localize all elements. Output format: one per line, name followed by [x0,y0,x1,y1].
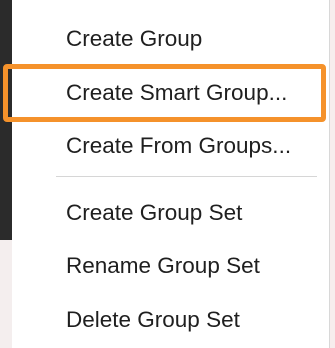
menu-item-label: Delete Group Set [66,307,240,332]
menu-item-label: Create Smart Group... [66,80,288,105]
menu-item-create-from-groups[interactable]: Create From Groups... [12,122,329,170]
background-window-light [0,240,12,348]
menu-item-create-smart-group[interactable]: Create Smart Group... [12,69,329,117]
context-menu: Create Group Create Smart Group... Creat… [12,0,330,348]
menu-separator [56,176,317,177]
menu-item-create-group-set[interactable]: Create Group Set [12,189,329,237]
screenshot-canvas: Create Group Create Smart Group... Creat… [0,0,335,348]
menu-item-label: Create Group [66,26,203,51]
menu-item-label: Create Group Set [66,200,243,225]
menu-item-label: Create From Groups... [66,133,292,158]
menu-item-delete-group-set[interactable]: Delete Group Set [12,296,329,344]
menu-item-label: Rename Group Set [66,253,260,278]
background-window-dark [0,0,12,240]
menu-item-rename-group-set[interactable]: Rename Group Set [12,242,329,290]
menu-item-create-group[interactable]: Create Group [12,15,329,63]
